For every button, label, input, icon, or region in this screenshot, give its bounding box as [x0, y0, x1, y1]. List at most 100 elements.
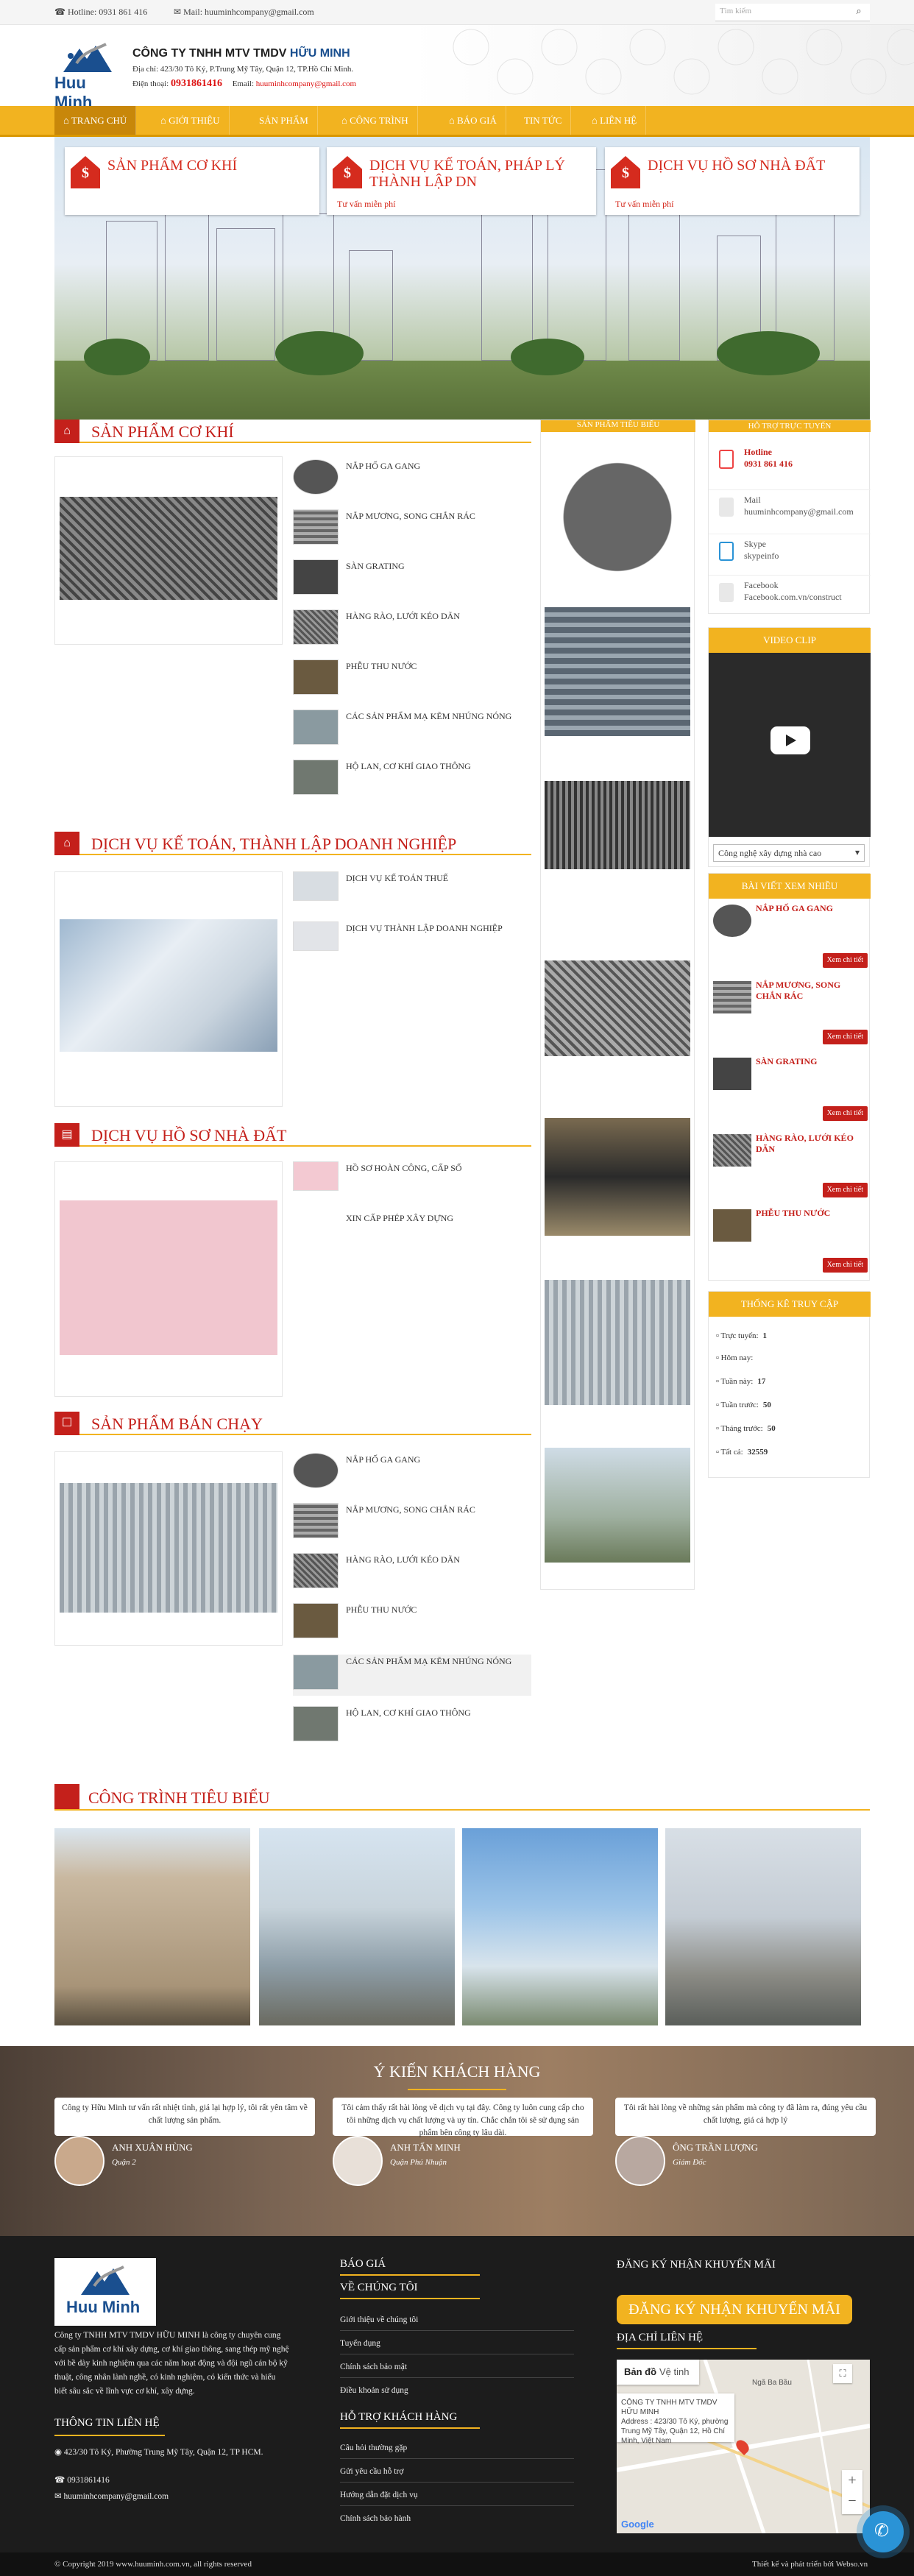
footer-phone[interactable]: ☎ 0931861416: [54, 2474, 110, 2485]
footer-link[interactable]: Câu hỏi thường gặp: [340, 2444, 407, 2452]
nav-projects[interactable]: ⌂ CÔNG TRÌNH: [333, 106, 418, 135]
view-detail-button[interactable]: Xem chi tiết: [822, 1030, 868, 1044]
topbar-hotline[interactable]: ☎ Hotline: 0931 861 416: [54, 7, 147, 18]
popular-item[interactable]: SÀN GRATING Xem chi tiết: [709, 1053, 871, 1130]
heading-underline: [340, 2274, 480, 2276]
stat-icon: ▫: [716, 1354, 721, 1362]
section-featured-image[interactable]: [54, 1451, 283, 1646]
project-card[interactable]: [462, 1828, 658, 2025]
support-label: Facebook: [744, 580, 779, 590]
product-image[interactable]: [545, 781, 690, 869]
banner-card-mechanical[interactable]: $ SẢN PHẨM CƠ KHÍ: [65, 147, 319, 215]
footer-mail[interactable]: ✉ huuminhcompany@gmail.com: [54, 2491, 169, 2501]
zoom-out-icon[interactable]: −: [842, 2491, 862, 2511]
footer-link[interactable]: Chính sách bảo mật: [340, 2363, 407, 2371]
company-brand: HỮU MINH: [289, 47, 350, 60]
product-image[interactable]: [545, 1118, 690, 1236]
view-detail-button[interactable]: Xem chi tiết: [822, 1106, 868, 1121]
banner-card-accounting[interactable]: $ DỊCH VỤ KẾ TOÁN, PHÁP LÝ THÀNH LẬP DN …: [327, 147, 596, 215]
product-image[interactable]: [545, 607, 690, 736]
search-icon[interactable]: ⌕: [851, 5, 866, 20]
project-card[interactable]: [665, 1828, 861, 2025]
credit-link[interactable]: Thiết kế và phát triển bởi Webso.vn: [752, 2560, 868, 2569]
google-map[interactable]: Bản đồ Vệ tinh ⛶ Ngã Ba Bầu CÔNG TY TNHH…: [617, 2360, 870, 2533]
item-thumb: [293, 459, 339, 495]
topbar-mail[interactable]: ✉ Mail: huuminhcompany@gmail.com: [174, 7, 314, 18]
list-item[interactable]: CÁC SẢN PHẨM MẠ KẼM NHÚNG NÓNG: [293, 1655, 531, 1696]
popular-item[interactable]: NẮP HỐ GA GANG Xem chi tiết: [709, 900, 871, 977]
nav-label: TIN TỨC: [524, 115, 562, 126]
project-card[interactable]: [259, 1828, 455, 2025]
support-facebook[interactable]: Facebook Facebook.com.vn/construct: [709, 575, 871, 615]
footer-link[interactable]: Hướng dẫn đặt dịch vụ: [340, 2491, 418, 2499]
search-input[interactable]: Tìm kiếm: [715, 4, 870, 21]
company-email[interactable]: huuminhcompany@gmail.com: [256, 79, 356, 88]
section-title[interactable]: SẢN PHẨM CƠ KHÍ: [91, 422, 234, 442]
view-detail-button[interactable]: Xem chi tiết: [822, 1258, 868, 1273]
section-title[interactable]: DỊCH VỤ HỒ SƠ NHÀ ĐẤT: [91, 1126, 286, 1145]
footer-heading: VỀ CHÚNG TÔI: [340, 2282, 418, 2293]
section-featured-image[interactable]: [54, 871, 283, 1107]
section-head-land: ▤ DỊCH VỤ HỒ SƠ NHÀ ĐẤT: [54, 1120, 531, 1147]
item-title: DỊCH VỤ KẾ TOÁN THUẾ: [346, 873, 449, 883]
item-thumb: [293, 1161, 339, 1191]
item-thumb: [713, 981, 751, 1013]
footer-link[interactable]: Điều khoản sử dụng: [340, 2386, 408, 2395]
popular-item[interactable]: HÀNG RÀO, LƯỚI KÉO DÃN Xem chi tiết: [709, 1130, 871, 1206]
video-player[interactable]: [709, 653, 871, 837]
item-title: CÁC SẢN PHẨM MẠ KẼM NHÚNG NÓNG: [346, 711, 512, 721]
floating-call-button[interactable]: ✆: [862, 2511, 904, 2552]
view-detail-button[interactable]: Xem chi tiết: [822, 1183, 868, 1197]
section-featured-image[interactable]: [54, 456, 283, 645]
map-tab-map[interactable]: Bản đồ: [624, 2366, 656, 2377]
zoom-control[interactable]: + −: [842, 2470, 862, 2514]
subscribe-button[interactable]: ĐĂNG KÝ NHẬN KHUYẾN MÃI: [617, 2295, 852, 2324]
item-thumb: [713, 1134, 751, 1167]
footer-link[interactable]: Gửi yêu cầu hỗ trợ: [340, 2467, 403, 2476]
footer-logo[interactable]: Huu Minh: [54, 2258, 156, 2326]
popular-item[interactable]: PHỄU THU NƯỚC Xem chi tiết: [709, 1205, 871, 1281]
stat-row: ▫ Tất cả: 32559: [716, 1448, 768, 1457]
map-tab-satellite[interactable]: Vệ tinh: [659, 2366, 689, 2377]
nav-products[interactable]: SẢN PHẨM: [250, 106, 318, 135]
section-title[interactable]: SẢN PHẨM BÁN CHẠY: [91, 1415, 263, 1434]
footer-heading[interactable]: BÁO GIÁ: [340, 2258, 386, 2271]
footer-link[interactable]: Giới thiệu về chúng tôi: [340, 2315, 418, 2324]
item-title: HÀNG RÀO, LƯỚI KÉO DÃN: [346, 611, 460, 621]
zoom-in-icon[interactable]: +: [842, 2470, 862, 2491]
view-detail-button[interactable]: Xem chi tiết: [822, 953, 868, 968]
phone-text: 0931861416: [67, 2476, 110, 2485]
section-title[interactable]: CÔNG TRÌNH TIÊU BIỂU: [88, 1788, 270, 1808]
banner-card-sub: Tư vấn miễn phí: [337, 199, 396, 209]
product-image[interactable]: [545, 453, 690, 581]
nav-news[interactable]: TIN TỨC: [515, 106, 572, 135]
product-image[interactable]: [545, 1280, 690, 1405]
section-featured-image[interactable]: [54, 1161, 283, 1397]
support-value: 0931 861 416: [744, 459, 793, 469]
company-phone[interactable]: 0931861416: [171, 78, 222, 89]
banner-card-land[interactable]: $ DỊCH VỤ HỒ SƠ NHÀ ĐẤT Tư vấn miễn phí: [605, 147, 860, 215]
footer-link[interactable]: Chính sách bảo hành: [340, 2514, 411, 2523]
play-icon[interactable]: [770, 726, 810, 754]
video-select[interactable]: Công nghệ xây dựng nhà cao ▾: [713, 844, 865, 862]
support-hotline[interactable]: Hotline 0931 861 416: [709, 442, 871, 486]
stat-label: Tháng trước:: [720, 1424, 763, 1433]
nav-pricing[interactable]: ⌂ BÁO GIÁ: [440, 106, 506, 135]
nav-label: TRANG CHỦ: [71, 115, 127, 126]
nav-about[interactable]: ⌂ GIỚI THIỆU: [152, 106, 230, 135]
product-image[interactable]: [545, 1448, 690, 1563]
nav-home[interactable]: ⌂ TRANG CHỦ: [54, 106, 137, 135]
project-card[interactable]: [54, 1828, 250, 2025]
support-skype[interactable]: Skype skypeinfo: [709, 534, 871, 575]
section-title[interactable]: DỊCH VỤ KẾ TOÁN, THÀNH LẬP DOANH NGHIỆP: [91, 835, 456, 854]
logo[interactable]: Huu Minh: [54, 41, 127, 111]
product-image[interactable]: [545, 960, 690, 1056]
banner-card-title: SẢN PHẨM CƠ KHÍ: [107, 158, 238, 174]
nav-label: LIÊN HỆ: [600, 115, 637, 126]
support-value: Facebook.com.vn/construct: [744, 592, 842, 602]
nav-contact[interactable]: ⌂ LIÊN HỆ: [583, 106, 647, 135]
support-mail[interactable]: Mail huuminhcompany@gmail.com: [709, 489, 871, 534]
popular-item[interactable]: NẮP MƯƠNG, SONG CHẮN RÁC Xem chi tiết: [709, 977, 871, 1053]
footer-link[interactable]: Tuyển dụng: [340, 2339, 380, 2348]
fullscreen-icon[interactable]: ⛶: [833, 2364, 852, 2383]
